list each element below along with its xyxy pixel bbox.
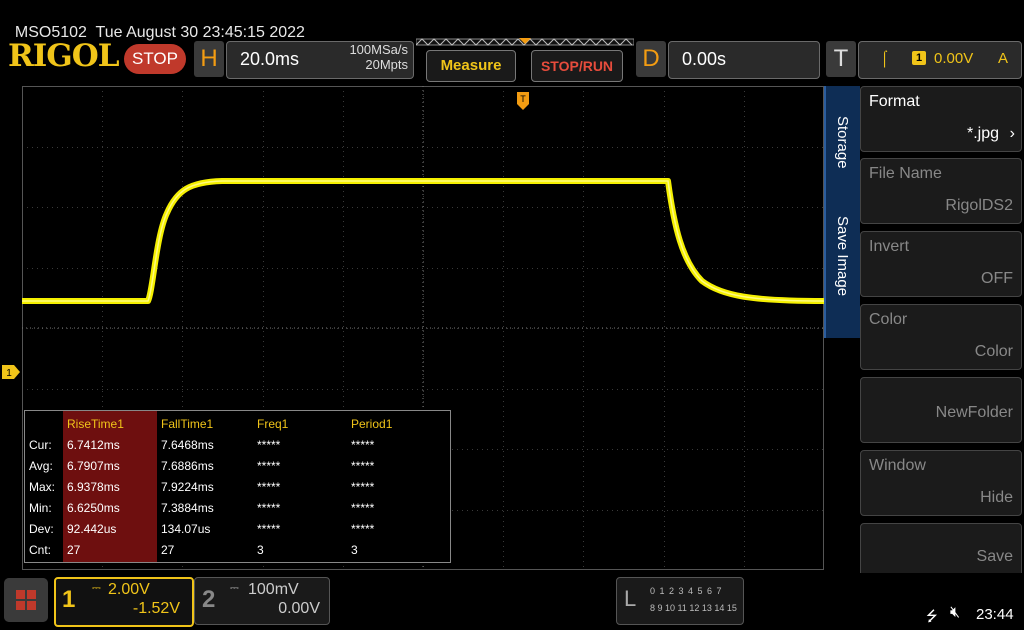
channel-2-scale: 100mV bbox=[248, 581, 299, 598]
meas-cell: ***** bbox=[257, 459, 281, 473]
menu-item-file-name[interactable]: File Name RigolDS2 bbox=[860, 158, 1022, 224]
sample-rate: 100MSa/s bbox=[349, 42, 408, 57]
run-state-badge[interactable]: STOP bbox=[124, 44, 186, 74]
meas-cell: 7.6468ms bbox=[161, 438, 214, 452]
svg-text:1: 1 bbox=[6, 368, 12, 379]
meas-cell: ***** bbox=[257, 438, 281, 452]
meas-header: RiseTime1 bbox=[67, 417, 124, 431]
rigol-logo: RIGOL bbox=[8, 38, 120, 74]
menu-item-new-folder[interactable]: NewFolder bbox=[860, 377, 1022, 443]
menu-item-value: RigolDS2 bbox=[945, 197, 1013, 214]
trigger-letter[interactable]: T bbox=[826, 41, 856, 77]
meas-cell: ***** bbox=[351, 480, 375, 494]
meas-cell: ***** bbox=[257, 501, 281, 515]
menu-tab-save-image[interactable]: Save Image bbox=[834, 216, 851, 296]
row-label: Cnt: bbox=[29, 543, 52, 557]
channel-1-number: 1 bbox=[62, 586, 76, 613]
meas-cell: 6.6250ms bbox=[67, 501, 120, 515]
meas-cell: ***** bbox=[351, 501, 375, 515]
meas-cell: ***** bbox=[257, 480, 281, 494]
acquisition-info: 100MSa/s 20Mpts bbox=[322, 42, 408, 72]
channel-2-offset: 0.00V bbox=[278, 600, 320, 617]
meas-cell: 3 bbox=[351, 543, 358, 557]
meas-cell: 6.7907ms bbox=[67, 459, 120, 473]
speaker-muted-icon[interactable]: 🔇︎ bbox=[950, 604, 960, 622]
measure-button[interactable]: Measure bbox=[426, 50, 516, 82]
rising-edge-icon: ⌠ bbox=[880, 50, 890, 67]
menu-item-value: Hide bbox=[980, 489, 1013, 506]
row-label: Max: bbox=[29, 480, 56, 494]
meas-cell: 27 bbox=[67, 543, 81, 557]
menu-item-save[interactable]: Save bbox=[860, 523, 1022, 579]
menu-item-title: File Name bbox=[869, 165, 942, 182]
row-label: Avg: bbox=[29, 459, 53, 473]
meas-cell: ***** bbox=[351, 522, 375, 536]
channel-2-number: 2 bbox=[202, 586, 216, 613]
trigger-level: 0.00V bbox=[934, 50, 974, 67]
menu-item-title: Invert bbox=[869, 238, 910, 255]
row-label: Dev: bbox=[29, 522, 54, 536]
memory-depth: 20Mpts bbox=[365, 57, 408, 72]
menu-item-format[interactable]: Format *.jpg › bbox=[860, 86, 1022, 152]
meas-header: Period1 bbox=[351, 417, 393, 431]
logic-channels-row-2: 8 9 10 11 12 13 14 15 bbox=[650, 603, 737, 613]
chevron-right-icon: › bbox=[1009, 125, 1015, 142]
dc-coupling-icon: ⎓ bbox=[230, 582, 239, 594]
menu-item-title: Format bbox=[869, 93, 920, 110]
channel-1-offset: -1.52V bbox=[132, 600, 180, 617]
svg-text:T: T bbox=[520, 94, 526, 104]
menu-item-value: Save bbox=[976, 548, 1013, 565]
logic-analyzer-letter: L bbox=[624, 586, 637, 611]
trigger-source: 1 bbox=[912, 51, 926, 65]
datetime: Tue August 30 23:45:15 2022 bbox=[95, 24, 305, 41]
row-label: Cur: bbox=[29, 438, 52, 452]
meas-cell: 6.9378ms bbox=[67, 480, 120, 494]
meas-cell: ***** bbox=[351, 438, 375, 452]
meas-cell: 27 bbox=[161, 543, 175, 557]
meas-header: Freq1 bbox=[257, 417, 289, 431]
menu-item-title: Color bbox=[869, 311, 908, 328]
menu-item-title: Window bbox=[869, 457, 926, 474]
meas-cell: ***** bbox=[351, 459, 375, 473]
delay-letter[interactable]: D bbox=[636, 41, 666, 77]
clock: 23:44 bbox=[976, 606, 1014, 623]
meas-header: FallTime1 bbox=[161, 417, 214, 431]
menu-item-value: Color bbox=[974, 343, 1013, 360]
menu-item-window[interactable]: Window Hide bbox=[860, 450, 1022, 516]
menu-item-value: NewFolder bbox=[935, 404, 1013, 421]
menu-item-value: *.jpg bbox=[966, 125, 999, 142]
horizontal-letter[interactable]: H bbox=[194, 41, 224, 77]
meas-cell: 7.9224ms bbox=[161, 480, 214, 494]
channel-1-ground-marker[interactable]: 1 bbox=[2, 365, 20, 379]
menu-item-color[interactable]: Color Color bbox=[860, 304, 1022, 370]
menu-tab-storage[interactable]: Storage bbox=[834, 116, 851, 169]
usb-icon: ⭍ bbox=[926, 608, 938, 624]
measurement-table[interactable]: RiseTime1 FallTime1 Freq1 Period1 Cur: 6… bbox=[24, 410, 451, 563]
meas-cell: 7.3884ms bbox=[161, 501, 214, 515]
meas-cell: 7.6886ms bbox=[161, 459, 214, 473]
stop-run-button[interactable]: STOP/RUN bbox=[531, 50, 623, 82]
delay-value: 0.00s bbox=[682, 49, 727, 69]
dc-coupling-icon: ⎓ bbox=[92, 582, 101, 594]
menu-item-value: OFF bbox=[981, 270, 1013, 287]
meas-cell: 134.07us bbox=[161, 522, 211, 536]
menu-item-invert[interactable]: Invert OFF bbox=[860, 231, 1022, 297]
menu-tab-strip: Storage Save Image bbox=[824, 86, 860, 338]
model-datetime: MSO5102 Tue August 30 23:45:15 2022 bbox=[6, 6, 305, 42]
app-menu-button[interactable] bbox=[4, 578, 48, 622]
row-label: Min: bbox=[29, 501, 52, 515]
meas-cell: 3 bbox=[257, 543, 264, 557]
meas-cell: 6.7412ms bbox=[67, 438, 120, 452]
memory-position-strip bbox=[416, 38, 634, 46]
channel-1-scale: 2.00V bbox=[108, 581, 150, 598]
trigger-mode: A bbox=[998, 50, 1009, 67]
meas-cell: ***** bbox=[257, 522, 281, 536]
meas-cell: 92.442us bbox=[67, 522, 117, 536]
logic-channels-row-1: 0 1 2 3 4 5 6 7 bbox=[650, 586, 723, 596]
timebase-value: 20.0ms bbox=[240, 49, 300, 69]
